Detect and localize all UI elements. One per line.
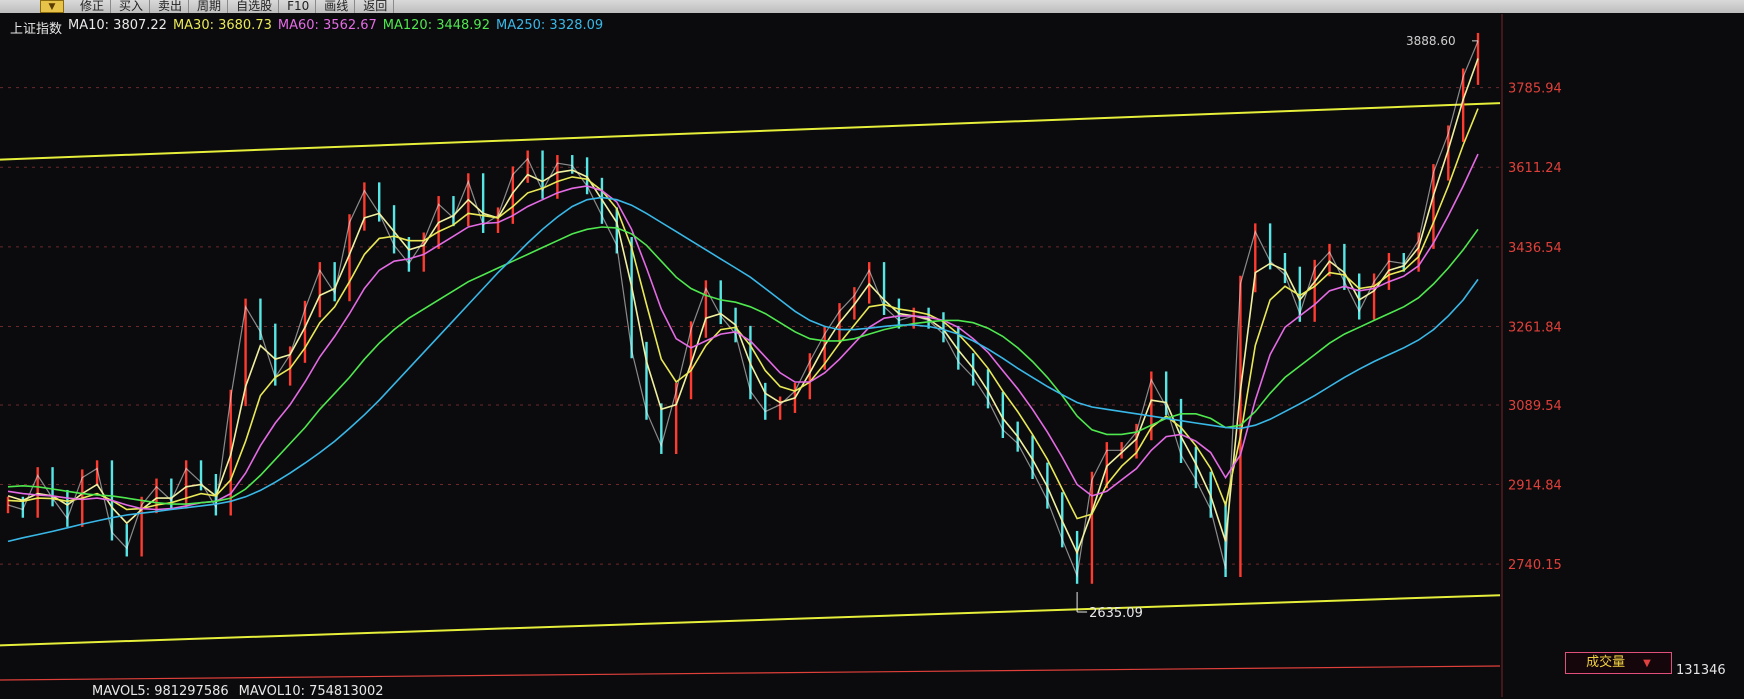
channel-upper-line — [0, 102, 1501, 161]
grid-lines — [0, 87, 1500, 565]
y-tick-label: 2740.15 — [1508, 558, 1562, 573]
y-tick-label: 3611.24 — [1508, 161, 1562, 176]
ma-series — [7, 58, 1479, 555]
dropdown-arrow-icon: ▼ — [1643, 658, 1651, 669]
y-tick-label: 3089.54 — [1508, 399, 1562, 414]
y-tick-label: 2914.84 — [1508, 479, 1562, 494]
volume-label: 成交量 — [1586, 655, 1626, 670]
price-axis: 3785.94 3611.24 3436.54 3261.84 3089.54 2914.… — [0, 14, 1562, 697]
volume-separator — [0, 665, 1501, 681]
series-line-ma60 — [7, 153, 1479, 511]
y-tick-label: 3436.54 — [1508, 241, 1562, 256]
stock-chart-window: ▼ 修正 买入 卖出 周期 自选股 F10 画线 返回 上证指数 MA10: 3… — [0, 0, 1744, 699]
low-label: 2635.09 — [1089, 606, 1143, 621]
high-label: 3888.60 — [1406, 34, 1456, 48]
volume-value: 131346 — [1676, 663, 1726, 678]
annotations: 3888.60 2635.09 — [1076, 34, 1478, 621]
series-line-ma250 — [7, 196, 1479, 543]
y-tick-label: 3261.84 — [1508, 320, 1562, 335]
y-tick-label: 3785.94 — [1508, 82, 1562, 97]
channel-lower-line — [0, 594, 1501, 647]
series-line-ma10 — [7, 58, 1479, 555]
price-chart[interactable]: 3785.94 3611.24 3436.54 3261.84 3089.54 2914.… — [0, 0, 1744, 697]
volume-indicator-selector[interactable]: 成交量 ▼ — [1565, 652, 1672, 674]
series-line-ma30 — [7, 108, 1479, 520]
